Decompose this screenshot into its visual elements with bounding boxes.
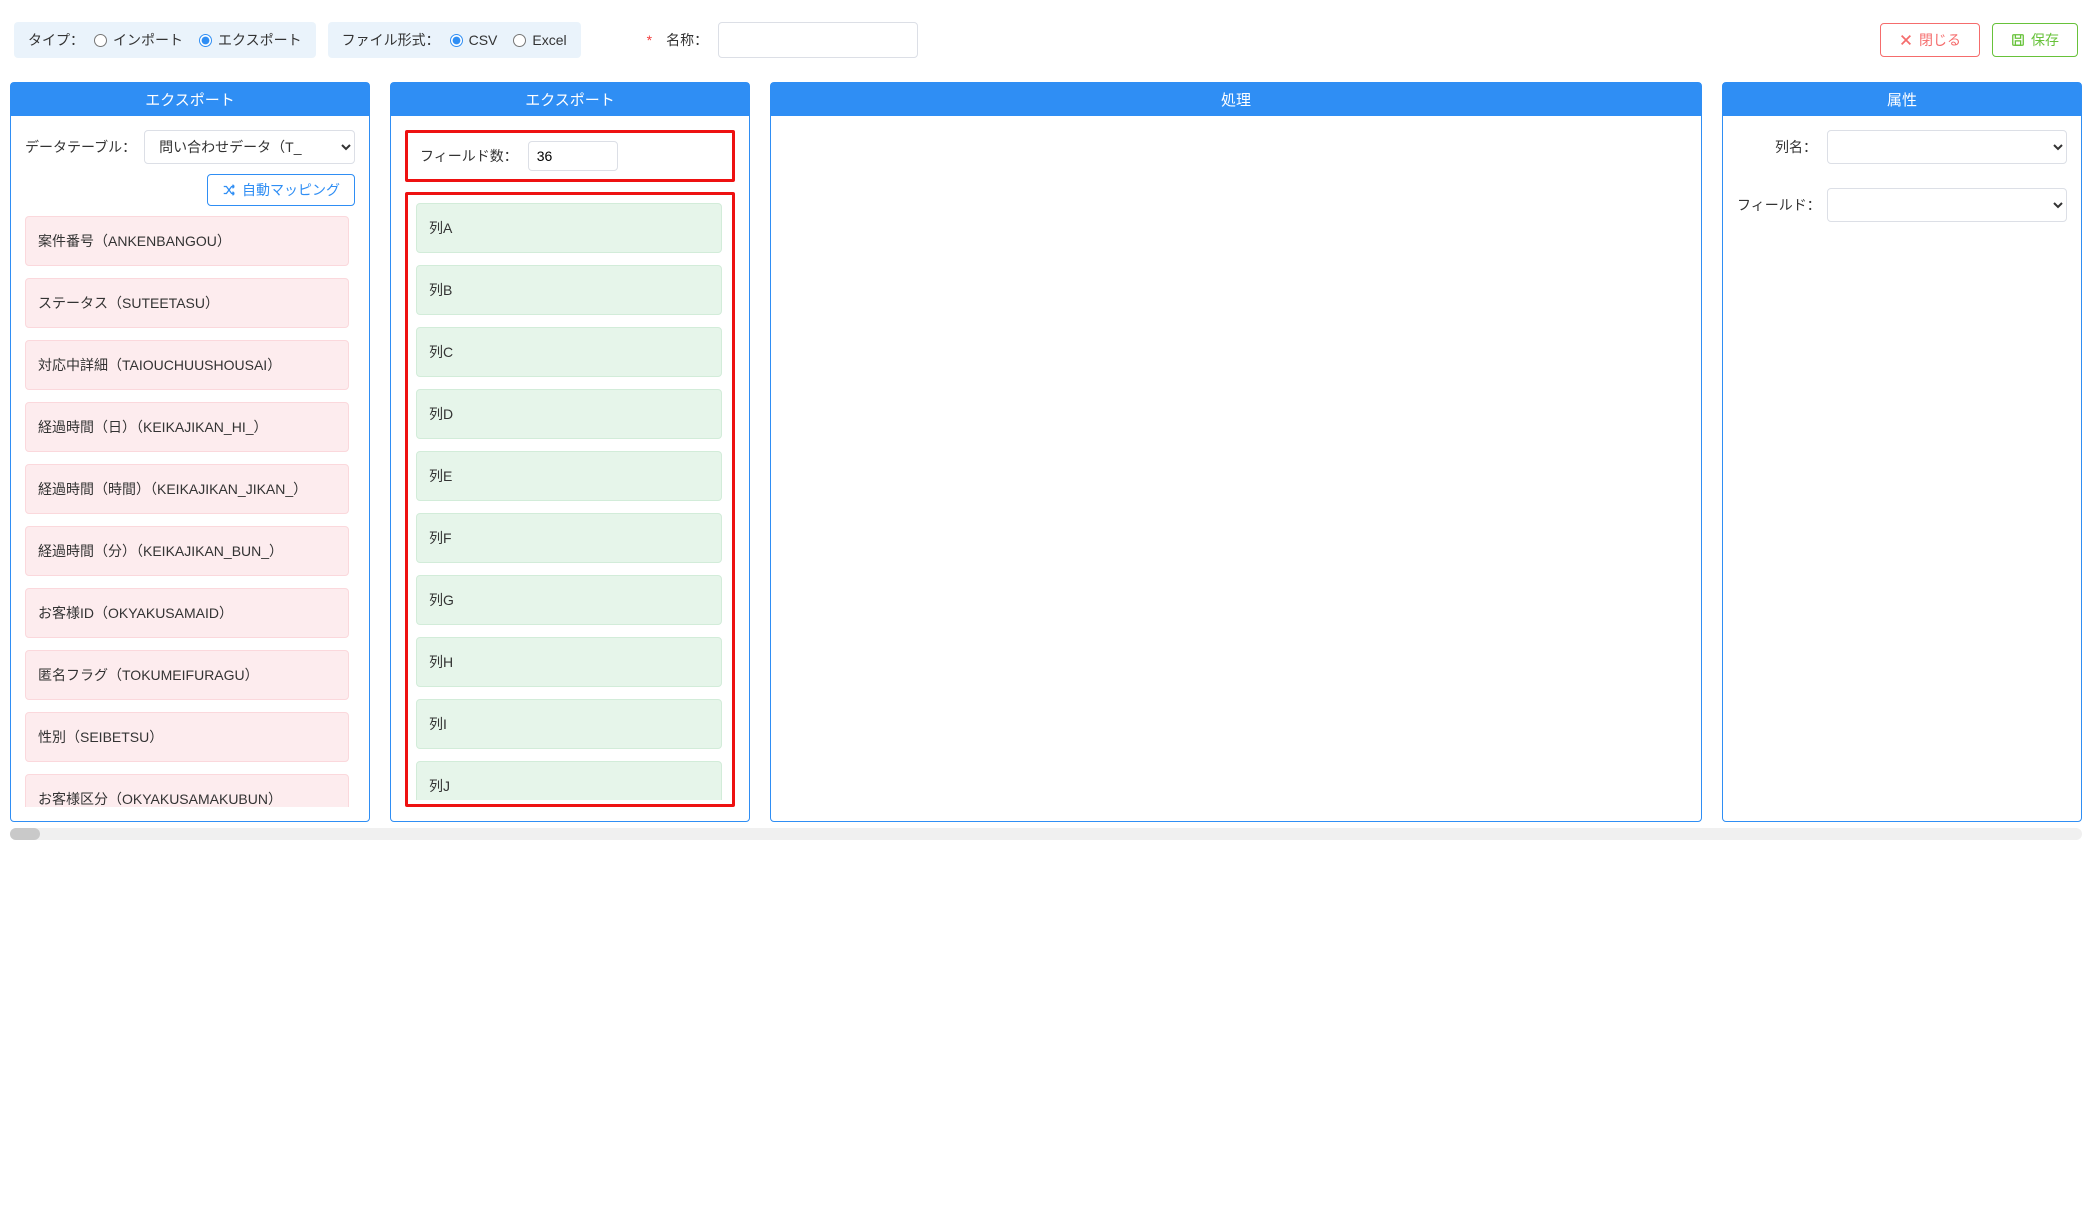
column-item[interactable]: 列D: [416, 389, 722, 439]
panel-columns: エクスポート フィールド数： 列A列B列C列D列E列F列G列H列I列J列K列L: [390, 82, 750, 822]
save-button[interactable]: 保存: [1992, 23, 2078, 57]
field-list[interactable]: 案件番号（ANKENBANGOU） ステータス（SUTEETASU） 対応中詳細（T…: [25, 216, 355, 807]
panel-attributes: 属性 列名： フィールド：: [1722, 82, 2082, 822]
save-icon: [2011, 33, 2025, 47]
datatable-label: データテーブル：: [25, 137, 136, 157]
column-item[interactable]: 列A: [416, 203, 722, 253]
fieldcount-label: フィールド数：: [420, 146, 518, 166]
datatable-select[interactable]: 問い合わせデータ（T_: [144, 130, 355, 164]
panel-fields: エクスポート データテーブル： 問い合わせデータ（T_ 自動マッピング 案件番号…: [10, 82, 370, 822]
field-item[interactable]: 経過時間（日）（KEIKAJIKAN_HI_）: [25, 402, 349, 452]
column-list-highlight: 列A列B列C列D列E列F列G列H列I列J列K列L: [405, 192, 735, 807]
shuffle-icon: [222, 183, 236, 197]
field-item[interactable]: 経過時間（分）（KEIKAJIKAN_BUN_）: [25, 526, 349, 576]
panel-processing-title: 処理: [771, 83, 1701, 116]
type-radio-import[interactable]: インポート: [94, 30, 183, 50]
type-radio-export-input[interactable]: [199, 34, 212, 47]
horizontal-scrollbar[interactable]: [10, 828, 2082, 840]
column-item[interactable]: 列B: [416, 265, 722, 315]
name-label: 名称：: [666, 30, 708, 50]
format-radio-csv-label: CSV: [469, 32, 498, 48]
type-label: タイプ：: [28, 30, 84, 50]
attr-colname-label: 列名：: [1737, 137, 1817, 157]
attr-field-row: フィールド：: [1737, 188, 2067, 222]
panel-fields-title: エクスポート: [11, 83, 369, 116]
column-item[interactable]: 列E: [416, 451, 722, 501]
fieldcount-highlight: フィールド数：: [405, 130, 735, 182]
save-button-label: 保存: [2031, 30, 2059, 50]
format-radio-group: CSV Excel: [450, 32, 567, 48]
datatable-row: データテーブル： 問い合わせデータ（T_: [25, 130, 355, 164]
field-item[interactable]: 匿名フラグ（TOKUMEIFURAGU）: [25, 650, 349, 700]
fieldcount-input[interactable]: [528, 141, 618, 171]
field-item[interactable]: 案件番号（ANKENBANGOU）: [25, 216, 349, 266]
field-item[interactable]: お客様区分（OKYAKUSAMAKUBUN）: [25, 774, 349, 807]
panel-processing: 処理: [770, 82, 1702, 822]
format-radio-excel[interactable]: Excel: [513, 32, 566, 48]
format-radio-excel-input[interactable]: [513, 34, 526, 47]
attr-colname-row: 列名：: [1737, 130, 2067, 164]
attr-field-label: フィールド：: [1737, 195, 1817, 215]
name-input[interactable]: [718, 22, 918, 58]
type-radio-import-input[interactable]: [94, 34, 107, 47]
format-radio-csv[interactable]: CSV: [450, 32, 498, 48]
close-button[interactable]: 閉じる: [1880, 23, 1980, 57]
field-item[interactable]: お客様ID（OKYAKUSAMAID）: [25, 588, 349, 638]
attr-field-select[interactable]: [1827, 188, 2067, 222]
main-columns: エクスポート データテーブル： 問い合わせデータ（T_ 自動マッピング 案件番号…: [10, 82, 2082, 822]
column-item[interactable]: 列F: [416, 513, 722, 563]
field-item[interactable]: ステータス（SUTEETASU）: [25, 278, 349, 328]
type-radio-import-label: インポート: [113, 30, 183, 50]
automap-button-label: 自動マッピング: [242, 180, 340, 200]
close-icon: [1899, 33, 1913, 47]
column-item[interactable]: 列J: [416, 761, 722, 800]
close-button-label: 閉じる: [1919, 30, 1961, 50]
column-list[interactable]: 列A列B列C列D列E列F列G列H列I列J列K列L: [412, 199, 728, 800]
required-asterisk: *: [647, 32, 652, 48]
panel-columns-title: エクスポート: [391, 83, 749, 116]
type-radio-group: インポート エクスポート: [94, 30, 302, 50]
panel-attributes-title: 属性: [1723, 83, 2081, 116]
format-radio-excel-label: Excel: [532, 32, 566, 48]
field-item[interactable]: 経過時間（時間）（KEIKAJIKAN_JIKAN_）: [25, 464, 349, 514]
column-item[interactable]: 列G: [416, 575, 722, 625]
format-radio-csv-input[interactable]: [450, 34, 463, 47]
attr-colname-select[interactable]: [1827, 130, 2067, 164]
column-item[interactable]: 列H: [416, 637, 722, 687]
column-item[interactable]: 列C: [416, 327, 722, 377]
type-segment: タイプ： インポート エクスポート: [14, 22, 316, 58]
field-item[interactable]: 性別（SEIBETSU）: [25, 712, 349, 762]
top-toolbar: タイプ： インポート エクスポート ファイル形式： CSV Excel: [10, 10, 2082, 82]
column-item[interactable]: 列I: [416, 699, 722, 749]
type-radio-export[interactable]: エクスポート: [199, 30, 302, 50]
panel-processing-body: [771, 116, 1701, 821]
field-item[interactable]: 対応中詳細（TAIOUCHUUSHOUSAI）: [25, 340, 349, 390]
automap-button[interactable]: 自動マッピング: [207, 174, 355, 206]
type-radio-export-label: エクスポート: [218, 30, 302, 50]
format-label: ファイル形式：: [342, 30, 440, 50]
name-segment: * 名称：: [633, 14, 932, 66]
format-segment: ファイル形式： CSV Excel: [328, 22, 581, 58]
